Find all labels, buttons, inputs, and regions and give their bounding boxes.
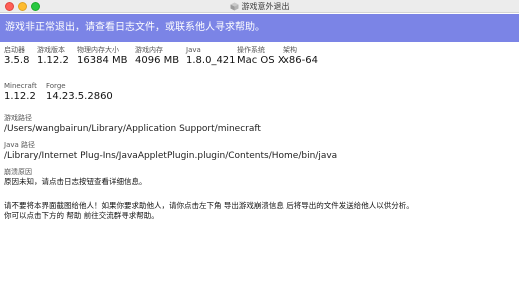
info-value: 1.8.0_421 (186, 55, 236, 66)
info-game-version: 游戏版本 1.12.2 (37, 46, 73, 67)
loader-forge: Forge 14.23.5.2860 (46, 82, 113, 103)
game-path-value: /Users/wangbairun/Library/Application Su… (4, 124, 261, 134)
info-section: 启动器 3.5.8 游戏版本 1.12.2 物理内存大小 16384 MB 游戏… (4, 46, 515, 67)
info-value: 4096 MB (135, 55, 180, 66)
info-game-memory: 游戏内存 4096 MB (135, 46, 182, 67)
app-icon (230, 2, 239, 11)
info-label: 启动器 (4, 46, 25, 54)
info-label: 操作系统 (237, 46, 265, 54)
loader-value: 1.12.2 (4, 91, 36, 102)
info-value: x86-64 (283, 55, 318, 66)
info-value: Mac OS X (237, 55, 285, 66)
info-java: Java 1.8.0_421 (186, 46, 236, 67)
game-path-label: 游戏路径 (4, 114, 32, 122)
crash-reason-section: 崩溃原因 原因未知，请点击日志按钮查看详细信息。 (4, 168, 147, 187)
loader-value: 14.23.5.2860 (46, 91, 113, 102)
banner-text: 游戏非正常退出，请查看日志文件，或联系他人寻求帮助。 (5, 22, 265, 33)
window-titlebar: 游戏意外退出 (0, 0, 519, 13)
info-label: 游戏内存 (135, 46, 163, 54)
info-value: 3.5.8 (4, 55, 30, 66)
info-value: 16384 MB (77, 55, 128, 66)
info-label: 架构 (283, 46, 297, 54)
info-label: 游戏版本 (37, 46, 65, 54)
notice-line-1: 请不要将本界面截图给他人！如果你要求助他人，请你点击左下角 导出游戏崩溃信息 后… (4, 201, 414, 210)
loader-label: Minecraft (4, 82, 37, 90)
java-path-section: Java 路径 /Library/Internet Plug-Ins/JavaA… (4, 141, 337, 162)
game-path-section: 游戏路径 /Users/wangbairun/Library/Applicati… (4, 114, 261, 135)
help-notice: 请不要将本界面截图给他人！如果你要求助他人，请你点击左下角 导出游戏崩溃信息 后… (4, 201, 414, 221)
info-launcher: 启动器 3.5.8 (4, 46, 33, 67)
loader-versions: Minecraft 1.12.2 Forge 14.23.5.2860 (4, 82, 117, 103)
error-banner: 游戏非正常退出，请查看日志文件，或联系他人寻求帮助。 (0, 14, 519, 42)
crash-reason-value: 原因未知，请点击日志按钮查看详细信息。 (4, 177, 147, 186)
notice-line-2: 你可以点击下方的 帮助 前往交流群寻求帮助。 (4, 211, 159, 220)
info-grid: 启动器 3.5.8 游戏版本 1.12.2 物理内存大小 16384 MB 游戏… (4, 46, 515, 67)
loader-label: Forge (46, 82, 66, 90)
loader-minecraft: Minecraft 1.12.2 (4, 82, 42, 103)
info-physical-memory: 物理内存大小 16384 MB (77, 46, 131, 67)
java-path-label: Java 路径 (4, 141, 36, 149)
info-value: 1.12.2 (37, 55, 69, 66)
java-path-value: /Library/Internet Plug-Ins/JavaAppletPlu… (4, 151, 338, 161)
info-os: 操作系统 Mac OS X (237, 46, 285, 67)
window-title-area: 游戏意外退出 (0, 0, 519, 13)
crash-reason-label: 崩溃原因 (4, 168, 32, 176)
info-label: Java (186, 46, 201, 54)
info-label: 物理内存大小 (77, 46, 119, 54)
info-arch: 架构 x86-64 (283, 46, 323, 67)
window-title: 游戏意外退出 (241, 2, 290, 11)
